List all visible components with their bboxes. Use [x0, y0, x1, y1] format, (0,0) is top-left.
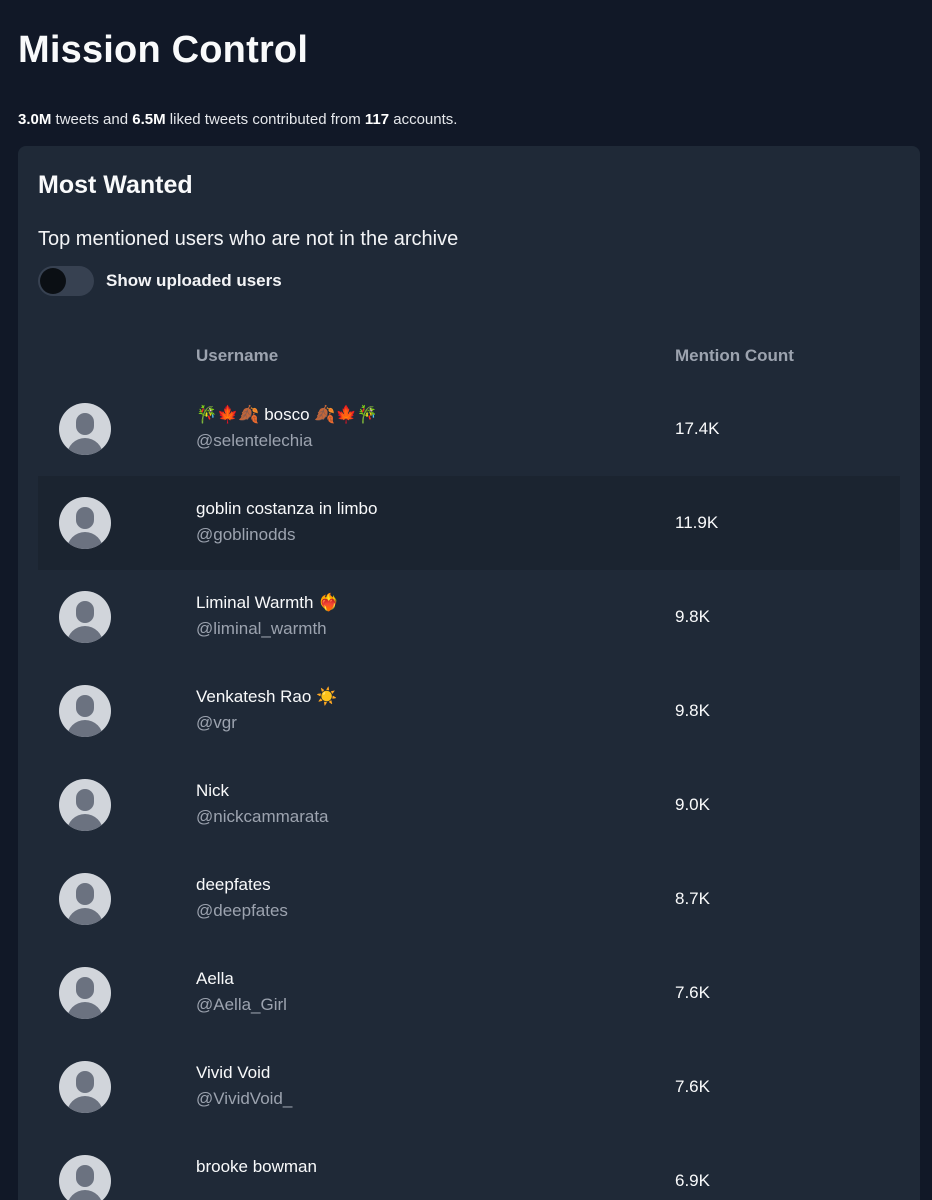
avatar	[59, 1061, 111, 1113]
avatar-placeholder-icon	[76, 789, 94, 811]
display-name: deepfates	[196, 875, 271, 894]
show-uploaded-toggle-row: Show uploaded users	[38, 266, 900, 296]
table-row[interactable]: Venkatesh Rao ☀️ @vgr 9.8K	[38, 664, 900, 758]
avatar-placeholder-body	[67, 814, 103, 831]
mention-count: 9.0K	[675, 795, 710, 814]
column-header-username: Username	[196, 346, 279, 365]
display-name: goblin costanza in limbo	[196, 499, 378, 518]
table-row[interactable]: Nick @nickcammarata 9.0K	[38, 758, 900, 852]
users-table: 🎋🍁🍂 bosco 🍂🍁🎋 @selentelechia 17.4K gobli…	[38, 382, 900, 1200]
display-name: Liminal Warmth ❤️‍🔥	[196, 593, 340, 612]
avatar-placeholder-body	[67, 438, 103, 455]
most-wanted-card: Most Wanted Top mentioned users who are …	[18, 146, 920, 1200]
mention-count: 11.9K	[675, 513, 719, 532]
user-handle: @Aella_Girl	[196, 995, 287, 1014]
avatar	[59, 403, 111, 455]
table-row[interactable]: Aella @Aella_Girl 7.6K	[38, 946, 900, 1040]
user-cell: 🎋🍁🍂 bosco 🍂🍁🎋 @selentelechia	[196, 404, 378, 452]
avatar-placeholder-body	[67, 720, 103, 737]
user-cell: deepfates @deepfates	[196, 874, 288, 922]
table-row[interactable]: goblin costanza in limbo @goblinodds 11.…	[38, 476, 900, 570]
account-count-label: accounts.	[393, 111, 458, 128]
user-cell: Liminal Warmth ❤️‍🔥 @liminal_warmth	[196, 592, 339, 640]
table-row[interactable]: Vivid Void @VividVoid_ 7.6K	[38, 1040, 900, 1134]
avatar	[59, 1155, 111, 1200]
avatar-placeholder-icon	[76, 883, 94, 905]
display-name: Nick	[196, 781, 230, 800]
user-handle: @deepfates	[196, 901, 288, 920]
user-cell: Nick @nickcammarata	[196, 780, 329, 828]
user-cell: brooke bowman	[196, 1156, 317, 1182]
column-header-mention-count: Mention Count	[675, 346, 794, 365]
tweet-count: 3.0M	[18, 111, 52, 128]
user-handle: @selentelechia	[196, 431, 313, 450]
avatar-placeholder-body	[67, 1096, 103, 1113]
liked-count: 6.5M	[132, 111, 166, 128]
avatar	[59, 967, 111, 1019]
show-uploaded-users-toggle[interactable]	[38, 266, 94, 296]
avatar-placeholder-body	[67, 908, 103, 925]
mention-count: 9.8K	[675, 701, 710, 720]
table-row[interactable]: deepfates @deepfates 8.7K	[38, 852, 900, 946]
page: Mission Control 3.0M tweets and 6.5M lik…	[0, 0, 932, 1200]
user-handle: @liminal_warmth	[196, 619, 327, 638]
liked-count-label: liked tweets contributed from	[169, 111, 361, 128]
table-header: Username Mention Count	[38, 334, 900, 382]
user-handle: @nickcammarata	[196, 807, 329, 826]
table-row[interactable]: brooke bowman 6.9K	[38, 1134, 900, 1200]
avatar	[59, 591, 111, 643]
avatar	[59, 873, 111, 925]
page-title: Mission Control	[18, 29, 309, 71]
avatar-placeholder-icon	[76, 413, 94, 435]
user-handle: @VividVoid_	[196, 1089, 293, 1108]
user-handle: @vgr	[196, 713, 237, 732]
toggle-label: Show uploaded users	[106, 271, 282, 290]
display-name: 🎋🍁🍂 bosco 🍂🍁🎋	[196, 405, 378, 424]
table-row[interactable]: Liminal Warmth ❤️‍🔥 @liminal_warmth 9.8K	[38, 570, 900, 664]
user-cell: goblin costanza in limbo @goblinodds	[196, 498, 377, 546]
mention-count: 7.6K	[675, 1077, 710, 1096]
avatar-placeholder-icon	[76, 1165, 94, 1187]
user-handle: @goblinodds	[196, 525, 296, 544]
tweet-count-label: tweets and	[55, 111, 129, 128]
user-cell: Vivid Void @VividVoid_	[196, 1062, 292, 1110]
avatar-placeholder-body	[67, 1002, 103, 1019]
display-name: Vivid Void	[196, 1063, 271, 1082]
display-name: Venkatesh Rao ☀️	[196, 687, 338, 706]
user-cell: Aella @Aella_Girl	[196, 968, 287, 1016]
card-title: Most Wanted	[38, 171, 193, 199]
account-count: 117	[364, 111, 390, 128]
avatar-placeholder-body	[67, 626, 103, 643]
mention-count: 6.9K	[675, 1171, 710, 1190]
mention-count: 17.4K	[675, 419, 720, 438]
avatar	[59, 685, 111, 737]
user-cell: Venkatesh Rao ☀️ @vgr	[196, 686, 337, 734]
table-row[interactable]: 🎋🍁🍂 bosco 🍂🍁🎋 @selentelechia 17.4K	[38, 382, 900, 476]
toggle-knob	[40, 268, 66, 294]
display-name: Aella	[196, 969, 234, 988]
card-subtitle: Top mentioned users who are not in the a…	[38, 228, 459, 250]
avatar	[59, 497, 111, 549]
avatar-placeholder-body	[67, 532, 103, 549]
mention-count: 9.8K	[675, 607, 710, 626]
avatar	[59, 779, 111, 831]
avatar-placeholder-icon	[76, 695, 94, 717]
avatar-placeholder-icon	[76, 1071, 94, 1093]
avatar-placeholder-icon	[76, 977, 94, 999]
archive-stats: 3.0M tweets and 6.5M liked tweets contri…	[18, 110, 920, 130]
mention-count: 8.7K	[675, 889, 710, 908]
mention-count: 7.6K	[675, 983, 710, 1002]
avatar-placeholder-icon	[76, 507, 94, 529]
avatar-placeholder-icon	[76, 601, 94, 623]
display-name: brooke bowman	[196, 1157, 317, 1176]
avatar-placeholder-body	[67, 1190, 103, 1200]
